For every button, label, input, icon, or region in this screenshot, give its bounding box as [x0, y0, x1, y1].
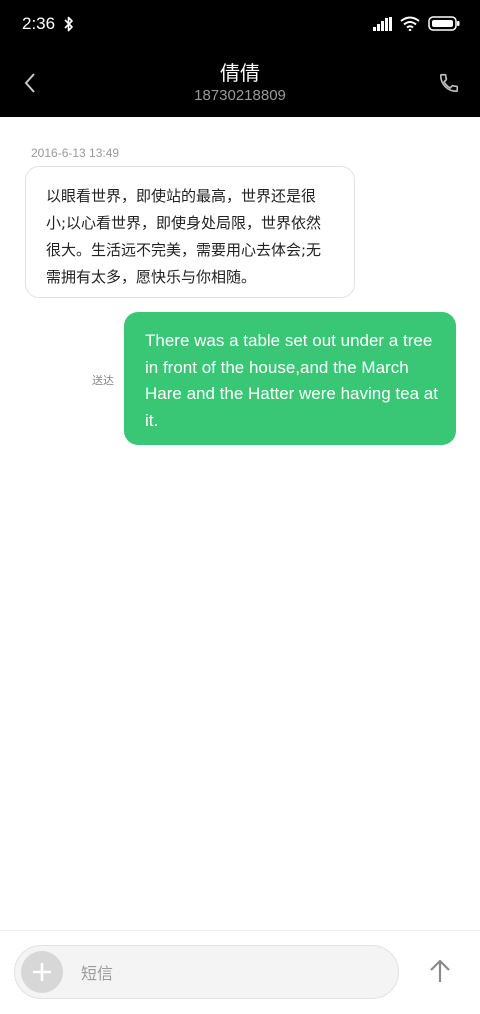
- message-timestamp: 2016-6-13 13:49: [31, 146, 120, 160]
- title-bar: 2:36 倩倩 18730218809: [0, 0, 480, 117]
- signal-icon: [373, 16, 392, 31]
- plus-icon: [33, 963, 51, 981]
- contact-name: 倩倩: [220, 61, 260, 85]
- phone-call-button[interactable]: [438, 72, 460, 94]
- add-attachment-button[interactable]: [21, 951, 63, 993]
- status-time: 2:36: [22, 14, 56, 33]
- contact-number: 18730218809: [194, 87, 286, 104]
- delivery-status: 送达: [92, 374, 114, 387]
- arrow-up-icon: [430, 959, 450, 982]
- phone-icon: [439, 73, 459, 93]
- incoming-message-bubble[interactable]: 以眼看世界，即使站的最高，世界还是很小;以心看世界，即使身处局限，世界依然很大。…: [25, 166, 355, 298]
- wifi-icon: [400, 16, 420, 31]
- message-input[interactable]: [79, 958, 383, 988]
- status-indicators: [373, 16, 460, 31]
- send-button[interactable]: [426, 957, 454, 985]
- outgoing-message-bubble[interactable]: There was a table set out under a tree i…: [124, 312, 456, 445]
- battery-icon: [428, 16, 460, 31]
- composer-bar: [0, 930, 480, 1014]
- bluetooth-icon: [64, 16, 73, 32]
- contact-info: 倩倩 18730218809: [0, 60, 480, 106]
- message-input-container: [14, 945, 399, 999]
